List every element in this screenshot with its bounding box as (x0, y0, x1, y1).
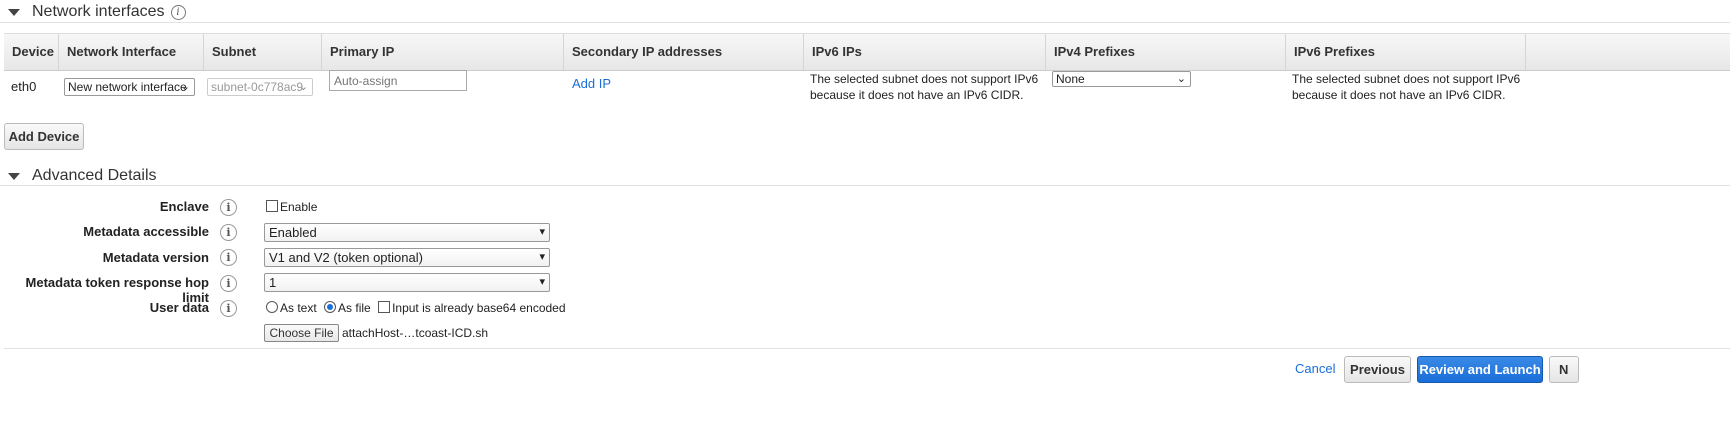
next-button[interactable]: N (1549, 356, 1579, 383)
enclave-label: Enclave (159, 199, 209, 214)
network-interface-select[interactable]: New network interface ⌄ (64, 78, 195, 96)
ipv4-prefixes-select[interactable]: None ⌄ (1052, 71, 1191, 87)
ipv6-prefixes-note: The selected subnet does not support IPv… (1292, 72, 1521, 102)
col-device: Device (4, 34, 59, 70)
col-primary-ip: Primary IP (322, 34, 564, 70)
advanced-details-header[interactable]: Advanced Details (8, 167, 157, 185)
col-ipv6-ips: IPv6 IPs (804, 34, 1046, 70)
metadata-version-label: Metadata version (102, 250, 209, 265)
previous-button[interactable]: Previous (1344, 356, 1411, 383)
file-name: attachHost-…tcoast-ICD.sh (342, 326, 489, 340)
collapse-triangle-icon[interactable] (8, 8, 20, 16)
select-arrows-icon: ▾ (539, 251, 545, 263)
review-and-launch-button[interactable]: Review and Launch (1417, 356, 1543, 383)
chevron-down-icon: ⌄ (298, 81, 308, 93)
user-data-label: User data (149, 300, 209, 315)
metadata-version-value: V1 and V2 (token optional) (269, 250, 423, 265)
info-icon[interactable]: i (220, 224, 237, 241)
add-ip-link[interactable]: Add IP (572, 76, 611, 91)
col-secondary-ip: Secondary IP addresses (564, 34, 804, 70)
add-device-button[interactable]: Add Device (4, 123, 84, 150)
col-network-interface: Network Interface (59, 34, 204, 70)
hop-limit-select[interactable]: 1 ▾ (264, 273, 550, 292)
col-ipv6-prefixes: IPv6 Prefixes (1286, 34, 1526, 70)
divider (0, 22, 1730, 23)
network-interfaces-header[interactable]: Network interfaces i (8, 3, 186, 21)
as-file-radio[interactable] (324, 301, 337, 313)
enclave-enable[interactable]: Enable (266, 200, 317, 214)
ipv6-ips-note: The selected subnet does not support IPv… (810, 72, 1039, 102)
select-arrows-icon: ▾ (539, 226, 545, 238)
divider (0, 185, 1730, 186)
subnet-value: subnet-0c778ac9 (211, 80, 304, 94)
subnet-select[interactable]: subnet-0c778ac9 ⌄ (207, 78, 313, 96)
metadata-version-select[interactable]: V1 and V2 (token optional) ▾ (264, 248, 550, 267)
chevron-down-icon: ⌄ (180, 81, 190, 93)
info-icon[interactable]: i (220, 275, 237, 292)
as-file-label: As file (338, 301, 371, 315)
as-file-option[interactable]: As file (324, 301, 371, 315)
advanced-details-title: Advanced Details (32, 167, 157, 184)
enclave-enable-label: Enable (280, 200, 318, 214)
base64-label: Input is already base64 encoded (392, 301, 566, 315)
select-arrows-icon: ▾ (539, 276, 545, 288)
col-ipv4-prefixes: IPv4 Prefixes (1046, 34, 1286, 70)
network-table-header: Device Network Interface Subnet Primary … (4, 33, 1730, 71)
as-text-radio[interactable] (266, 301, 278, 313)
metadata-accessible-select[interactable]: Enabled ▾ (264, 223, 550, 242)
info-icon[interactable]: i (220, 249, 237, 266)
network-interfaces-title: Network interfaces (32, 3, 165, 20)
primary-ip-input[interactable] (329, 70, 467, 91)
col-subnet: Subnet (204, 34, 322, 70)
as-text-option[interactable]: As text (266, 301, 317, 315)
network-interface-value: New network interface (68, 80, 187, 94)
metadata-accessible-label: Metadata accessible (83, 224, 209, 239)
base64-option[interactable]: Input is already base64 encoded (378, 301, 566, 315)
hop-limit-value: 1 (269, 275, 277, 290)
info-icon[interactable]: i (220, 199, 237, 216)
divider (4, 348, 1730, 349)
info-icon[interactable]: i (170, 4, 186, 20)
as-text-label: As text (280, 301, 317, 315)
collapse-triangle-icon[interactable] (8, 172, 20, 180)
ipv4-prefixes-value: None (1056, 72, 1085, 86)
chevron-down-icon: ⌄ (1176, 73, 1186, 85)
user-data-options: As text As file Input is already base64 … (266, 301, 566, 315)
metadata-accessible-value: Enabled (269, 225, 317, 240)
info-icon[interactable]: i (220, 300, 237, 317)
cancel-link[interactable]: Cancel (1295, 361, 1335, 376)
device-cell: eth0 (11, 79, 37, 94)
base64-checkbox[interactable] (378, 301, 391, 313)
choose-file-button[interactable]: Choose File (264, 324, 339, 342)
enclave-checkbox[interactable] (266, 200, 278, 212)
